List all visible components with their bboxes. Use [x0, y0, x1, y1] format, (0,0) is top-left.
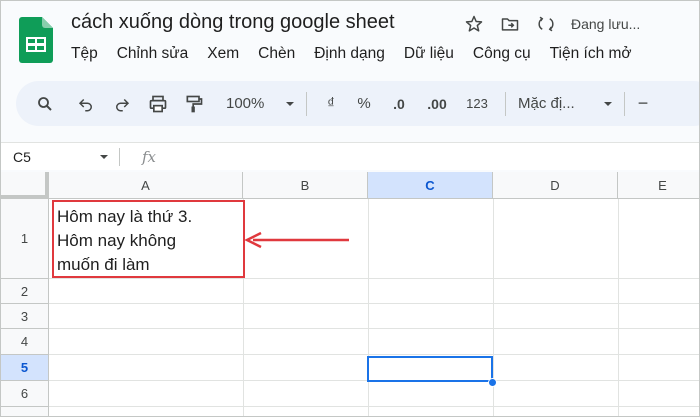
row-header-7[interactable]: [1, 407, 49, 416]
number-format-button[interactable]: 123: [457, 89, 497, 119]
column-header-a[interactable]: A: [49, 172, 243, 199]
highlight-box: [52, 200, 245, 278]
fill-handle[interactable]: [488, 378, 497, 387]
cell-reference: C5: [13, 148, 31, 165]
row-header-6[interactable]: 6: [1, 381, 49, 407]
search-menus-icon[interactable]: [32, 89, 58, 119]
google-sheets-logo[interactable]: [19, 17, 53, 63]
star-icon[interactable]: [463, 13, 485, 35]
row-header-3[interactable]: 3: [1, 304, 49, 329]
decrease-font-size-button[interactable]: −: [633, 89, 653, 119]
toolbar-divider: [306, 91, 307, 116]
toolbar-divider: [505, 91, 506, 116]
app-window: cách xuống dòng trong google sheet Đang …: [0, 0, 700, 417]
name-box[interactable]: C5: [1, 149, 119, 165]
menu-bar: Tệp Chỉnh sửa Xem Chèn Định dạng Dữ liệu…: [71, 45, 651, 63]
print-icon[interactable]: [140, 89, 176, 119]
row-header-2[interactable]: 2: [1, 279, 49, 304]
undo-icon[interactable]: [68, 89, 104, 119]
gridline: [49, 328, 699, 329]
increase-decimal-button[interactable]: .00: [417, 89, 457, 119]
gridline: [49, 354, 699, 355]
gridline: [618, 199, 619, 416]
document-title[interactable]: cách xuống dòng trong google sheet: [71, 11, 395, 34]
column-header-d[interactable]: D: [493, 172, 618, 199]
menu-edit[interactable]: Chỉnh sửa: [117, 45, 189, 63]
formula-bar: C5 fx: [1, 142, 699, 170]
percent-format-button[interactable]: %: [347, 89, 381, 119]
decrease-decimal-button[interactable]: .0: [381, 89, 417, 119]
zoom-value: 100%: [226, 95, 265, 112]
chevron-down-icon: [100, 154, 108, 159]
menu-extensions[interactable]: Tiện ích mở: [550, 45, 632, 63]
chevron-down-icon[interactable]: [282, 89, 298, 119]
selected-cell-c5[interactable]: [367, 356, 493, 382]
row-header-5[interactable]: 5: [1, 355, 49, 381]
toolbar-divider: [624, 91, 625, 116]
font-value: Mặc đị...: [518, 95, 575, 112]
font-select[interactable]: Mặc đị...: [514, 89, 600, 119]
saving-status: Đang lưu...: [571, 16, 641, 32]
gridline: [49, 278, 699, 279]
sync-icon[interactable]: [535, 13, 557, 35]
gridline: [49, 406, 699, 407]
minus-label: −: [637, 93, 649, 113]
gridline: [49, 303, 699, 304]
zoom-select[interactable]: 100%: [212, 89, 282, 119]
currency-format-button[interactable]: ₫: [315, 89, 347, 119]
menu-format[interactable]: Định dạng: [314, 45, 385, 63]
chevron-down-icon[interactable]: [600, 89, 616, 119]
menu-file[interactable]: Tệp: [71, 45, 98, 63]
increase-decimal-label: .00: [427, 95, 447, 112]
column-header-e[interactable]: E: [618, 172, 699, 199]
row-header-1[interactable]: 1: [1, 199, 49, 279]
row-header-4[interactable]: 4: [1, 329, 49, 355]
gridline: [368, 199, 369, 416]
move-to-folder-icon[interactable]: [499, 13, 521, 35]
select-all-corner[interactable]: [1, 172, 49, 199]
menu-data[interactable]: Dữ liệu: [404, 45, 454, 63]
menu-insert[interactable]: Chèn: [258, 45, 295, 63]
redo-icon[interactable]: [104, 89, 140, 119]
column-header-b[interactable]: B: [243, 172, 368, 199]
currency-symbol: ₫: [327, 95, 335, 112]
title-icons: Đang lưu...: [463, 13, 640, 35]
number-format-label: 123: [466, 96, 488, 111]
toolbar: 100% ₫ % .0 .00 123 Mặc đị... −: [16, 81, 699, 126]
paint-format-icon[interactable]: [176, 89, 212, 119]
menu-view[interactable]: Xem: [207, 45, 239, 63]
decrease-decimal-label: .0: [393, 95, 405, 112]
percent-symbol: %: [357, 95, 371, 112]
arrow-annotation-icon: [244, 231, 349, 249]
formula-divider: [119, 147, 120, 166]
column-header-c[interactable]: C: [368, 172, 493, 199]
fx-icon: fx: [142, 147, 157, 166]
menu-tools[interactable]: Công cụ: [473, 45, 531, 63]
